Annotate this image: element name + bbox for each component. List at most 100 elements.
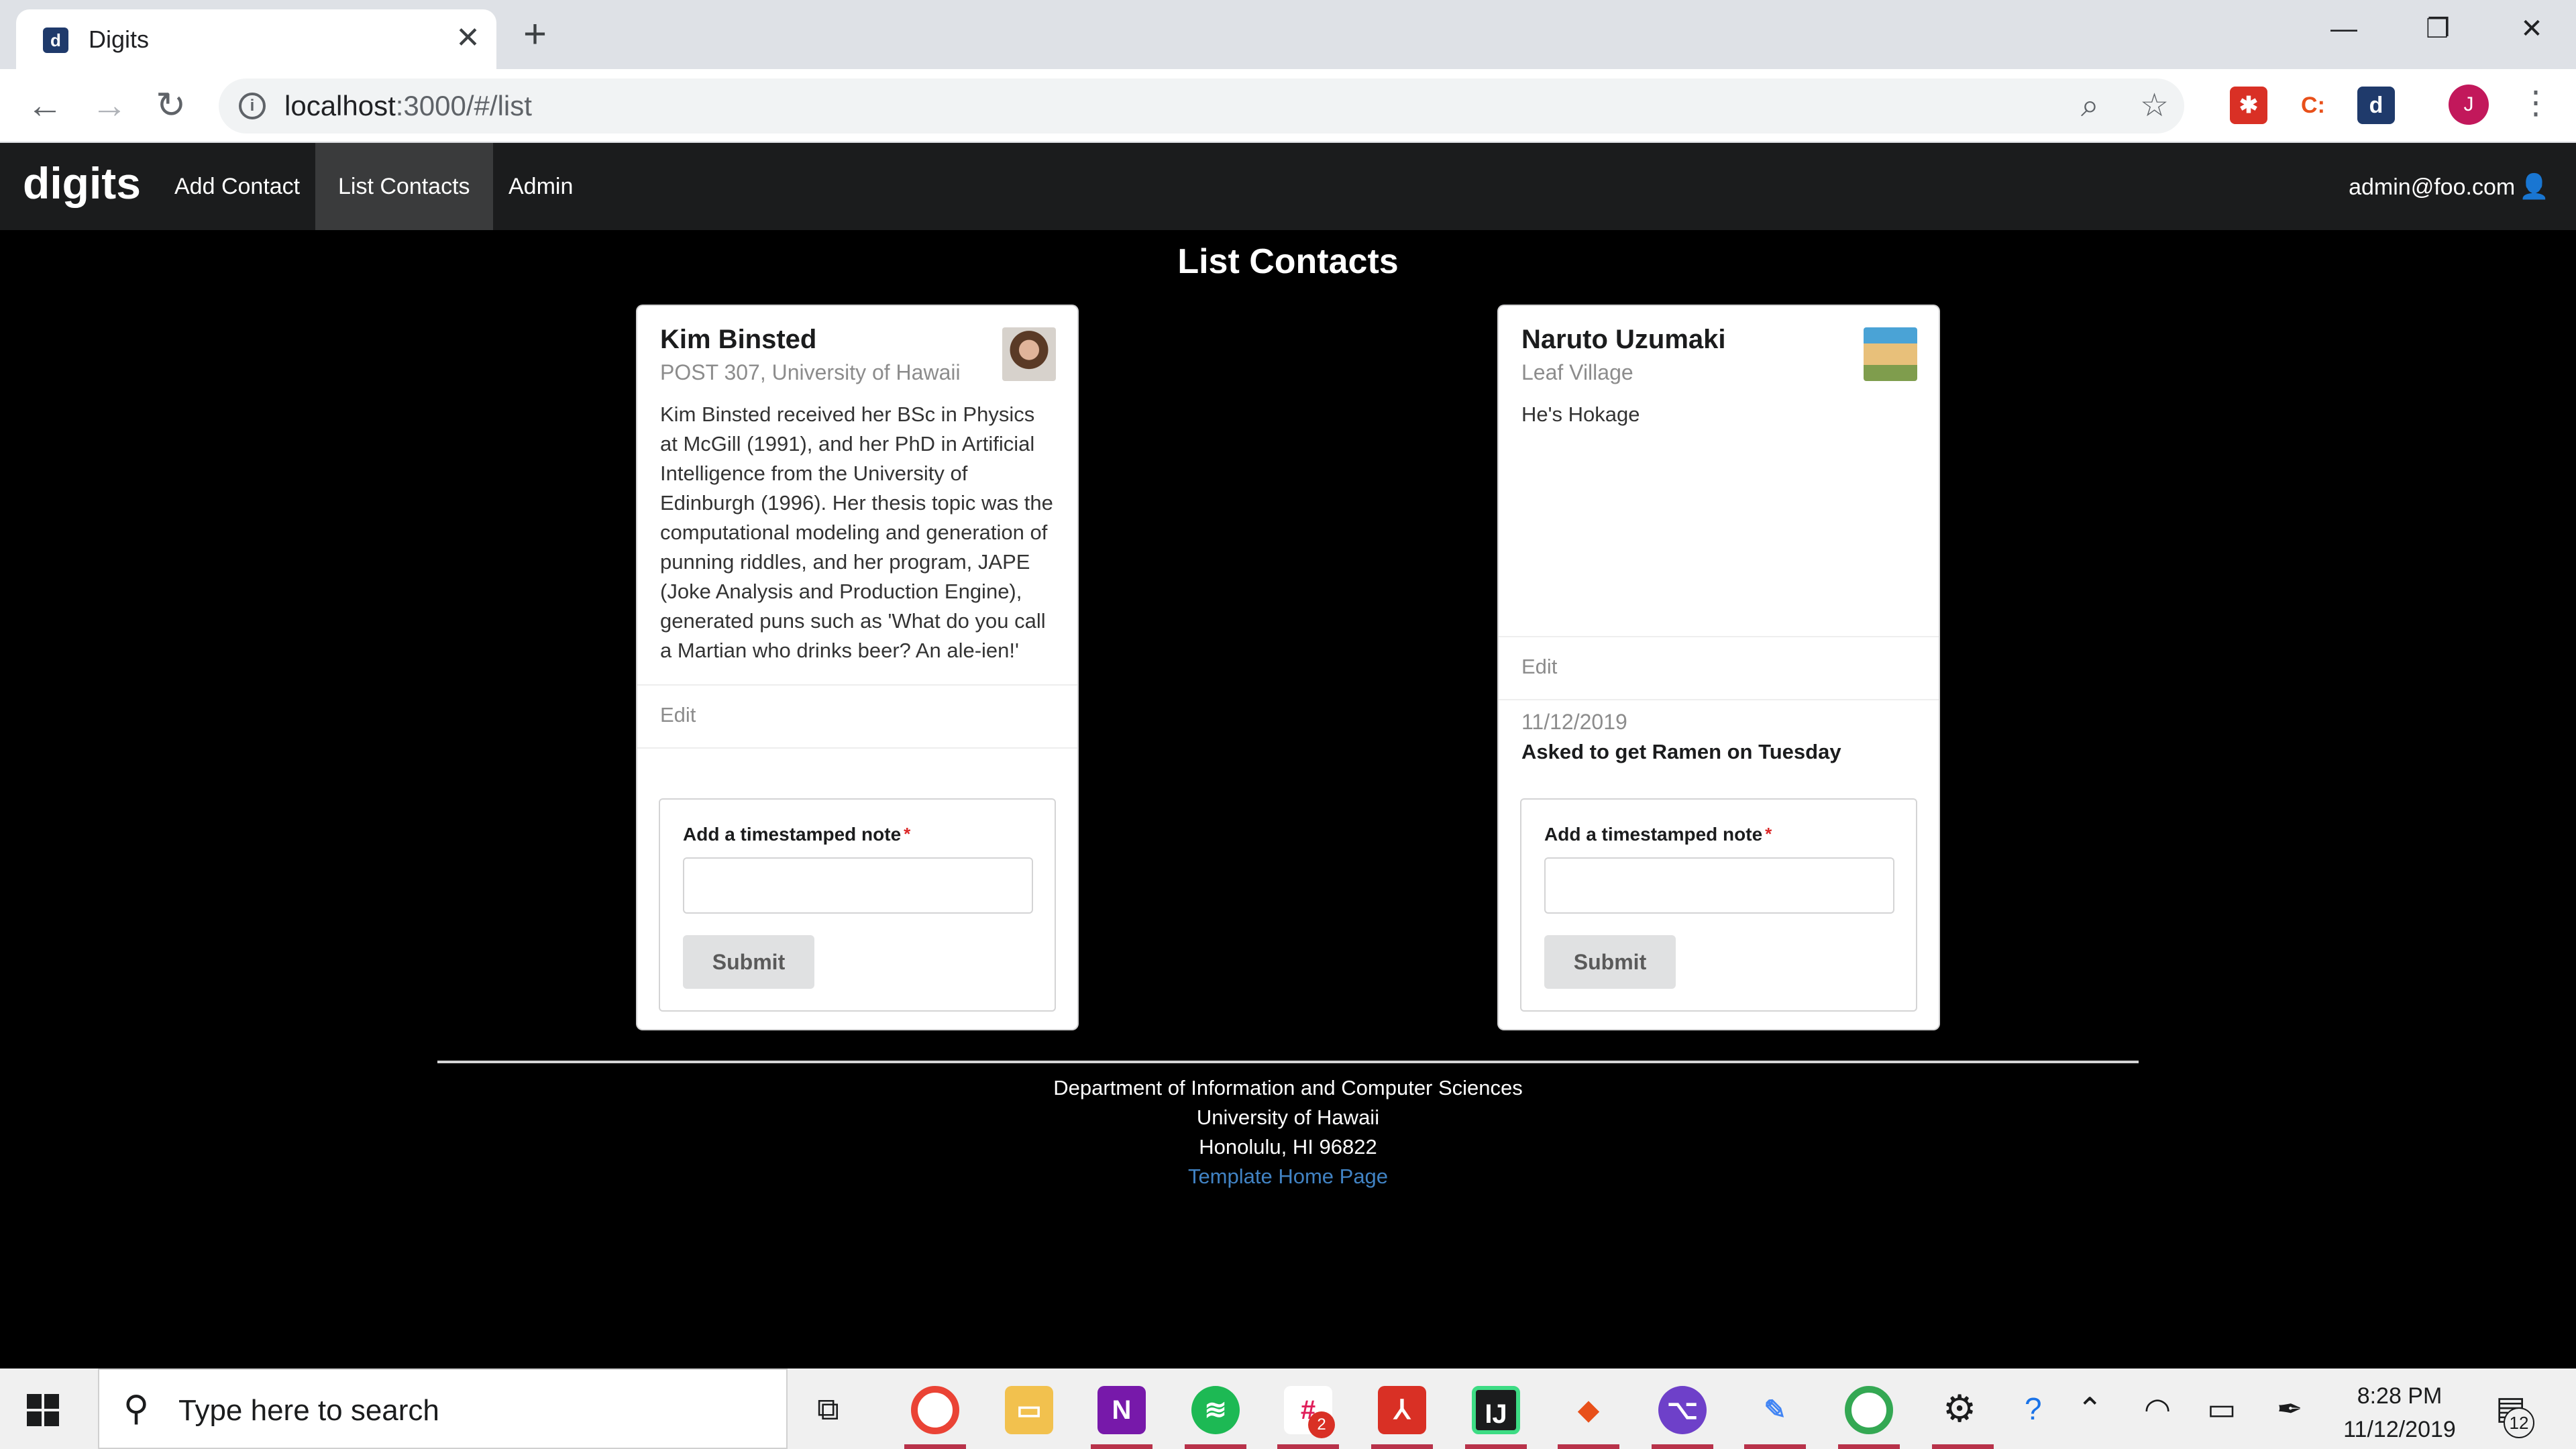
task-view-icon[interactable]: ⧉	[817, 1390, 839, 1428]
contact-address: POST 307, University of Hawaii	[660, 360, 961, 384]
submit-button[interactable]: Submit	[1544, 935, 1676, 989]
pen-icon[interactable]: ✒	[2277, 1390, 2303, 1428]
active-app-indicator	[1277, 1444, 1339, 1449]
windows-taskbar: ⚲ Type here to search ⧉ ▭ N ≋ # 2 ⅄ IJ ◆…	[0, 1368, 2576, 1449]
show-hidden-icons-chevron[interactable]: ⌃	[2077, 1390, 2103, 1428]
required-marker: *	[904, 824, 911, 844]
nav-list-contacts[interactable]: List Contacts	[315, 143, 493, 230]
file-explorer-icon[interactable]: ▭	[1005, 1386, 1053, 1434]
spotify-icon[interactable]: ≋	[1191, 1386, 1240, 1434]
new-tab-button[interactable]: +	[523, 12, 547, 56]
active-app-indicator	[1838, 1444, 1900, 1449]
note-text: Asked to get Ramen on Tuesday	[1521, 740, 1841, 763]
help-icon[interactable]: ?	[2025, 1390, 2042, 1428]
windows-start-icon[interactable]	[27, 1394, 59, 1426]
browser-tab-strip: d Digits ✕ + — ❐ ✕	[0, 0, 2576, 69]
required-marker: *	[1765, 824, 1772, 844]
contact-card: Kim Binsted POST 307, University of Hawa…	[637, 306, 1077, 1029]
git-client-icon[interactable]: ◆	[1564, 1386, 1613, 1434]
clock-date: 11/12/2019	[2343, 1417, 2456, 1442]
contact-name: Kim Binsted	[660, 325, 817, 354]
browser-menu-icon[interactable]: ⋮	[2520, 82, 2552, 125]
active-app-indicator	[1932, 1444, 1994, 1449]
template-home-link[interactable]: Template Home Page	[0, 1162, 2576, 1191]
active-app-indicator	[1371, 1444, 1433, 1449]
minimize-icon[interactable]: —	[2304, 7, 2384, 51]
contact-description: He's Hokage	[1521, 402, 1640, 426]
note-field-label: Add a timestamped note *	[1544, 824, 1772, 845]
digits-favicon-icon: d	[43, 28, 68, 53]
note-field-label: Add a timestamped note *	[683, 824, 911, 845]
footer-university: University of Hawaii	[1196, 1106, 1380, 1129]
acrobat-icon[interactable]: ⅄	[1378, 1386, 1426, 1434]
back-arrow-icon[interactable]: ←	[27, 84, 63, 127]
active-app-indicator	[1744, 1444, 1806, 1449]
nav-admin[interactable]: Admin	[486, 143, 596, 230]
notification-count: 12	[2504, 1407, 2534, 1438]
chrome-icon[interactable]	[911, 1386, 959, 1434]
settings-gear-icon[interactable]: ⚙	[1943, 1390, 1976, 1428]
app-navbar: digits Add Contact List Contacts Admin a…	[0, 143, 2576, 230]
user-menu[interactable]: admin@foo.com 👤	[2349, 143, 2549, 231]
card-content: Naruto Uzumaki Leaf Village He's Hokage	[1499, 306, 1939, 429]
bookmark-star-icon[interactable]: ☆	[2140, 88, 2169, 124]
active-app-indicator	[1465, 1444, 1527, 1449]
search-placeholder: Type here to search	[178, 1394, 439, 1427]
active-app-indicator	[1652, 1444, 1713, 1449]
contact-address: Leaf Village	[1521, 360, 1633, 384]
contact-avatar	[1864, 327, 1917, 381]
intellij-icon[interactable]: IJ	[1472, 1386, 1520, 1434]
page-title: List Contacts	[1177, 242, 1399, 281]
tab-title: Digits	[89, 25, 150, 53]
extension-red-icon[interactable]: ✱	[2230, 87, 2267, 124]
window-close-icon[interactable]: ✕	[2491, 7, 2572, 51]
note-date: 11/12/2019	[1521, 710, 1627, 734]
url-text[interactable]: localhost:3000/#/list	[284, 90, 532, 122]
taskbar-search[interactable]: ⚲ Type here to search	[98, 1368, 788, 1449]
add-note-form: Add a timestamped note * Submit	[659, 798, 1056, 1012]
contact-card: Naruto Uzumaki Leaf Village He's Hokage …	[1499, 306, 1939, 1029]
profile-avatar[interactable]: J	[2449, 85, 2489, 125]
note-item: 11/12/2019 Asked to get Ramen on Tuesday	[1499, 699, 1939, 773]
forward-arrow-icon[interactable]: →	[91, 84, 127, 127]
search-icon: ⚲	[123, 1389, 150, 1428]
active-app-indicator	[1558, 1444, 1619, 1449]
note-input[interactable]	[1544, 857, 1894, 914]
battery-icon[interactable]: ▭	[2207, 1390, 2236, 1428]
reload-icon[interactable]: ↻	[156, 84, 186, 127]
note-input[interactable]	[683, 857, 1033, 914]
extension-digits-icon[interactable]: d	[2357, 87, 2395, 124]
slack-badge: 2	[1308, 1411, 1335, 1438]
wifi-icon[interactable]: ◠	[2144, 1390, 2171, 1428]
footer-department: Department of Information and Computer S…	[1053, 1076, 1523, 1099]
user-email: admin@foo.com	[2349, 174, 2516, 200]
paint-icon[interactable]: ✎	[1751, 1386, 1799, 1434]
footer: Department of Information and Computer S…	[0, 1073, 2576, 1191]
github-desktop-icon[interactable]: ⌥	[1658, 1386, 1707, 1434]
browser-toolbar: ← → ↻ i localhost:3000/#/list ⌕ ☆ ✱ C: d	[0, 69, 2576, 143]
active-app-indicator	[1091, 1444, 1152, 1449]
active-app-indicator	[1185, 1444, 1246, 1449]
edit-link[interactable]: Edit	[637, 684, 1077, 745]
taskbar-clock[interactable]: 8:28 PM 11/12/2019	[2316, 1379, 2483, 1446]
site-info-icon[interactable]: i	[239, 93, 266, 119]
extension-c-icon[interactable]: C:	[2294, 87, 2332, 124]
restore-icon[interactable]: ❐	[2398, 7, 2478, 51]
clock-time: 8:28 PM	[2357, 1383, 2443, 1409]
nav-add-contact[interactable]: Add Contact	[152, 143, 323, 230]
zoom-icon[interactable]: ⌕	[2081, 88, 2099, 124]
onenote-icon[interactable]: N	[1097, 1386, 1146, 1434]
address-bar[interactable]: i localhost:3000/#/list ⌕ ☆	[219, 78, 2184, 133]
user-icon: 👤	[2519, 172, 2549, 200]
edit-link[interactable]: Edit	[1499, 636, 1939, 696]
brand-logo[interactable]: digits	[23, 158, 141, 209]
contact-name: Naruto Uzumaki	[1521, 325, 1726, 354]
active-app-indicator	[904, 1444, 966, 1449]
footer-address: Honolulu, HI 96822	[1199, 1135, 1377, 1159]
chrome-alt-icon[interactable]	[1845, 1386, 1893, 1434]
close-tab-icon[interactable]: ✕	[455, 21, 480, 55]
footer-divider	[437, 1061, 2139, 1063]
card-content: Kim Binsted POST 307, University of Hawa…	[637, 306, 1077, 665]
browser-tab[interactable]: d Digits ✕	[16, 9, 496, 69]
submit-button[interactable]: Submit	[683, 935, 814, 989]
